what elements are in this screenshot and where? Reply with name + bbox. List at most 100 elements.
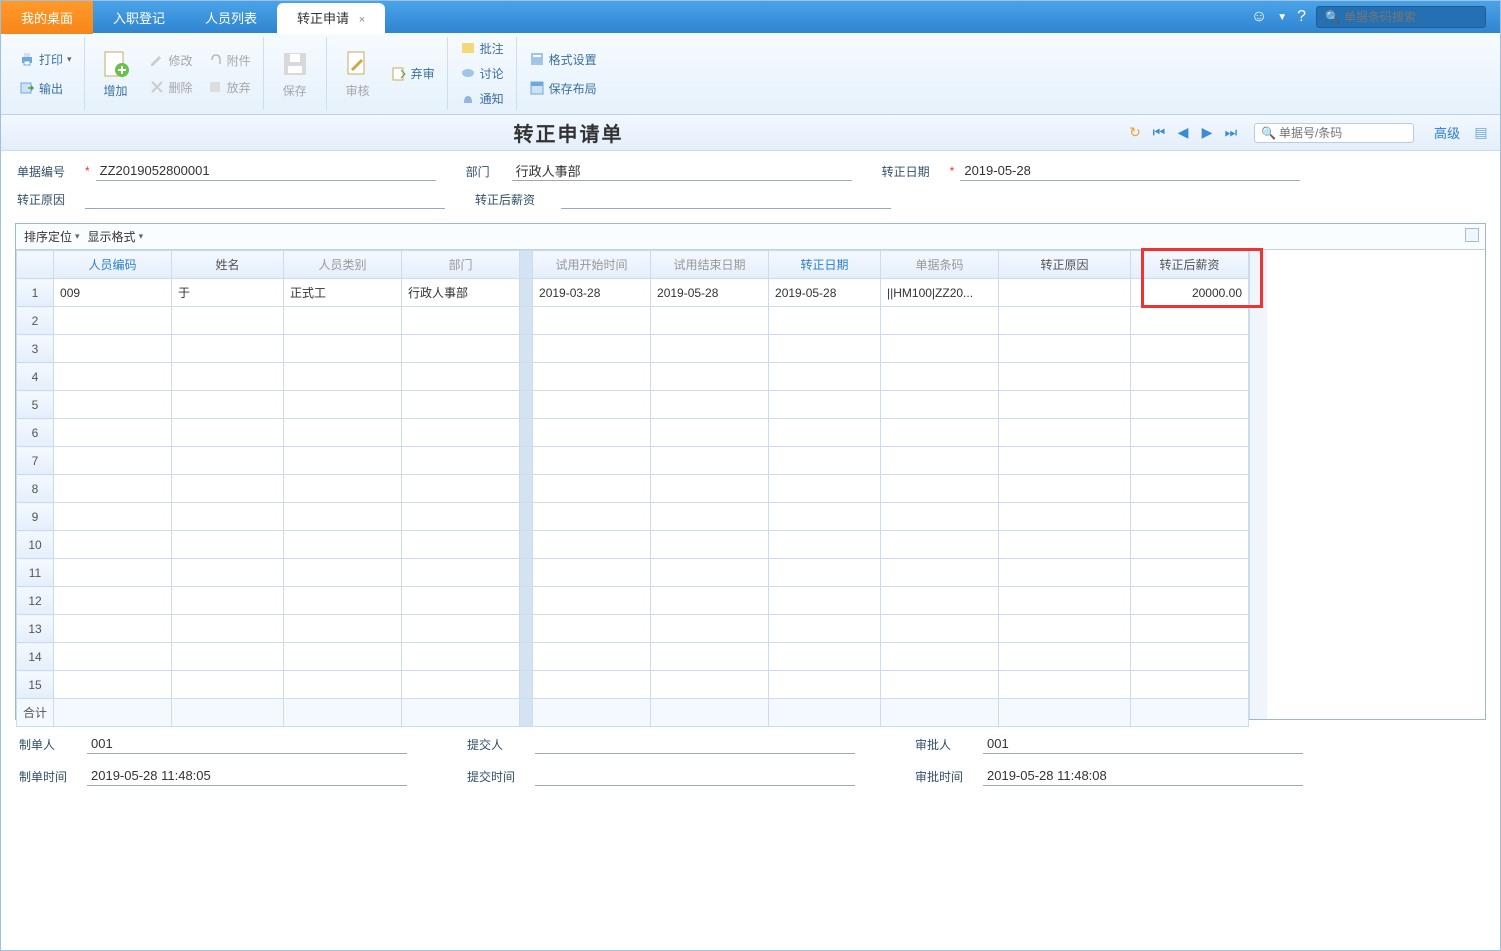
next-icon[interactable]: ▶ — [1198, 124, 1216, 142]
pencil-icon — [149, 52, 165, 68]
table-row[interactable]: 11 — [17, 559, 1249, 587]
form-title: 转正申请单 — [11, 118, 1126, 147]
approvetime-label: 审批时间 — [915, 768, 975, 785]
approver-label: 审批人 — [915, 736, 975, 753]
total-row: 合计 — [17, 699, 1249, 727]
smile-icon[interactable]: ☺ — [1251, 8, 1267, 26]
col-persontype[interactable]: 人员类别 — [284, 251, 402, 279]
printer-icon — [19, 51, 35, 67]
maker-input[interactable] — [87, 734, 407, 754]
delete-button[interactable]: 删除 — [145, 76, 197, 99]
audit-button[interactable]: 审核 — [335, 48, 381, 99]
help-icon[interactable]: ? — [1297, 8, 1306, 26]
date-label: 转正日期 — [882, 163, 944, 180]
col-reason[interactable]: 转正原因 — [999, 251, 1131, 279]
discuss-button[interactable]: 讨论 — [456, 62, 508, 85]
table-row[interactable]: 14 — [17, 643, 1249, 671]
dropdown-icon[interactable]: ▼ — [1277, 12, 1287, 23]
sort-button[interactable]: 排序定位▾ — [24, 228, 80, 245]
col-postsalary[interactable]: 转正后薪资 — [1131, 251, 1249, 279]
advanced-link[interactable]: 高级 — [1434, 123, 1460, 142]
approvetime-input[interactable] — [983, 766, 1303, 786]
add-button[interactable]: 增加 — [93, 48, 139, 99]
abandon-button[interactable]: 弃审 — [387, 62, 439, 85]
col-barcode[interactable]: 单据条码 — [881, 251, 999, 279]
grid-table: 人员编码 姓名 人员类别 部门 试用开始时间 试用结束日期 转正日期 单据条码 … — [16, 250, 1249, 727]
table-row[interactable]: 9 — [17, 503, 1249, 531]
expand-icon[interactable] — [1465, 228, 1479, 242]
tab-onboard[interactable]: 入职登记 — [93, 1, 185, 34]
modify-button[interactable]: 修改 — [145, 49, 197, 72]
search-icon: 🔍 — [1325, 10, 1340, 24]
search-icon: 🔍 — [1261, 126, 1276, 140]
maketime-input[interactable] — [87, 766, 407, 786]
col-name[interactable]: 姓名 — [172, 251, 284, 279]
table-row[interactable]: 4 — [17, 363, 1249, 391]
table-row[interactable]: 6 — [17, 419, 1249, 447]
table-row[interactable]: 1009于正式工行政人事部2019-03-282019-05-282019-05… — [17, 279, 1249, 307]
maker-label: 制单人 — [19, 736, 79, 753]
dept-label: 部门 — [466, 163, 506, 180]
table-row[interactable]: 15 — [17, 671, 1249, 699]
ribbon-toolbar: 打印▾ 输出 增加 修改 删除 附件 — [1, 33, 1500, 115]
docno-label: 单据编号 — [17, 163, 79, 180]
table-row[interactable]: 13 — [17, 615, 1249, 643]
top-search[interactable]: 🔍 — [1316, 6, 1486, 28]
tab-zhengzhuan[interactable]: 转正申请 × — [277, 3, 385, 34]
col-zzdate[interactable]: 转正日期 — [769, 251, 881, 279]
rownum-header — [17, 251, 54, 279]
approver-input[interactable] — [983, 734, 1303, 754]
discard-icon — [207, 79, 223, 95]
refresh-icon[interactable]: ↻ — [1126, 124, 1144, 142]
table-row[interactable]: 8 — [17, 475, 1249, 503]
note-button[interactable]: 批注 — [456, 37, 508, 60]
output-button[interactable]: 输出 — [15, 77, 76, 100]
table-row[interactable]: 2 — [17, 307, 1249, 335]
display-button[interactable]: 显示格式▾ — [88, 228, 144, 245]
savelayout-button[interactable]: 保存布局 — [525, 77, 601, 100]
print-button[interactable]: 打印▾ — [15, 48, 76, 71]
prev-icon[interactable]: ◀ — [1174, 124, 1192, 142]
last-icon[interactable]: ⏭ — [1222, 124, 1240, 142]
grid-scrollbar[interactable] — [1249, 250, 1267, 719]
col-trialend[interactable]: 试用结束日期 — [651, 251, 769, 279]
docno-input[interactable] — [96, 161, 436, 181]
col-trialstart[interactable]: 试用开始时间 — [533, 251, 651, 279]
layout-icon — [529, 80, 545, 96]
first-icon[interactable]: ⏮ — [1150, 124, 1168, 142]
clip-icon — [207, 52, 223, 68]
table-row[interactable]: 7 — [17, 447, 1249, 475]
table-row[interactable]: 10 — [17, 531, 1249, 559]
submittime-input[interactable] — [535, 766, 855, 786]
doc-search[interactable]: 🔍 — [1254, 123, 1414, 143]
tab-personlist[interactable]: 人员列表 — [185, 1, 277, 34]
table-row[interactable]: 12 — [17, 587, 1249, 615]
submitter-input[interactable] — [535, 734, 855, 754]
notify-button[interactable]: 通知 — [456, 87, 508, 110]
formatset-button[interactable]: 格式设置 — [525, 48, 601, 71]
format-icon — [529, 51, 545, 67]
bell-icon — [460, 91, 476, 107]
postsalary-input[interactable] — [561, 189, 891, 209]
delete-icon — [149, 79, 165, 95]
reason-input[interactable] — [85, 189, 445, 209]
table-row[interactable]: 5 — [17, 391, 1249, 419]
attach-button[interactable]: 附件 — [203, 49, 255, 72]
col-personcode[interactable]: 人员编码 — [54, 251, 172, 279]
form-title-bar: 转正申请单 ↻ ⏮ ◀ ▶ ⏭ 🔍 高级 ▤ — [1, 115, 1500, 151]
save-button[interactable]: 保存 — [272, 48, 318, 99]
date-input[interactable] — [960, 161, 1300, 181]
postsalary-label: 转正后薪资 — [475, 191, 555, 208]
note-icon — [460, 41, 476, 57]
discard-button[interactable]: 放弃 — [203, 76, 255, 99]
list-icon[interactable]: ▤ — [1472, 124, 1490, 142]
maketime-label: 制单时间 — [19, 768, 79, 785]
doc-search-input[interactable] — [1279, 126, 1409, 140]
tab-close-icon[interactable]: × — [359, 14, 365, 26]
table-row[interactable]: 3 — [17, 335, 1249, 363]
col-dept[interactable]: 部门 — [402, 251, 520, 279]
dept-input[interactable] — [512, 161, 852, 181]
col-splitter[interactable] — [520, 251, 533, 279]
tab-desktop[interactable]: 我的桌面 — [1, 1, 93, 34]
top-search-input[interactable] — [1344, 10, 1484, 24]
